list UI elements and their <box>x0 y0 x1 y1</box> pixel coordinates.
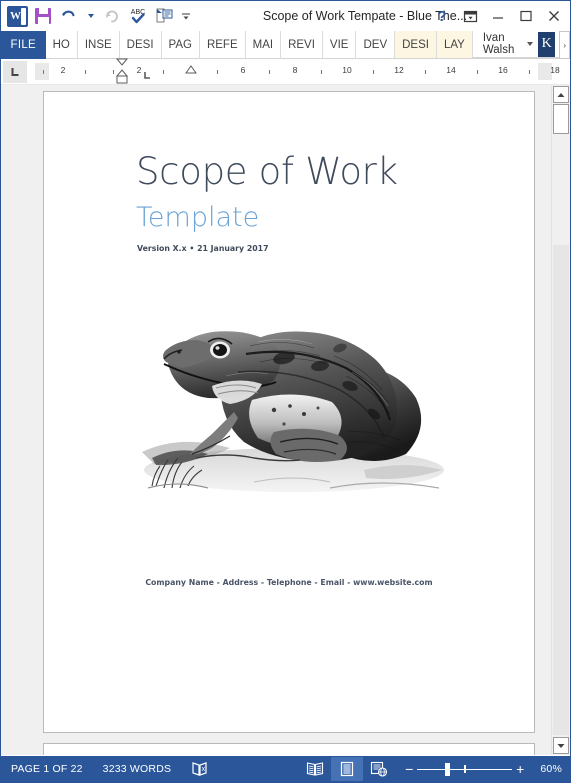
ruler-tick-14: 14 <box>446 65 456 75</box>
tab-file[interactable]: FILE <box>1 31 46 59</box>
print-preview-icon[interactable] <box>151 3 177 29</box>
user-name: Ivan Walsh <box>482 32 515 56</box>
document-canvas[interactable]: Scope of Work Template Version X.x • 21 … <box>1 85 570 755</box>
ribbon-tab-bar: FILE HO INSE DESI PAG REFE MAI REVI VIE … <box>1 31 570 59</box>
title-bar: ABC Scope <box>1 1 570 31</box>
tab-insert[interactable]: INSE <box>78 31 120 58</box>
proofing-errors-icon[interactable]: x <box>181 756 219 782</box>
undo-icon[interactable] <box>56 3 82 29</box>
zoom-out-button[interactable]: − <box>401 761 417 777</box>
help-icon[interactable]: ? <box>428 2 456 30</box>
tab-mailings[interactable]: MAI <box>246 31 282 58</box>
minimize-icon[interactable] <box>484 2 512 30</box>
ruler-tick-18: 18 <box>550 65 560 75</box>
account-area[interactable]: Ivan Walsh K <box>472 31 560 58</box>
tab-design[interactable]: DESI <box>120 31 162 58</box>
ruler-tick-10: 10 <box>342 65 352 75</box>
zoom-slider[interactable] <box>417 763 513 776</box>
window-controls: ? <box>428 1 568 31</box>
scroll-up-icon[interactable] <box>553 86 569 103</box>
redo-icon[interactable] <box>99 3 125 29</box>
ruler-tick-2a: 2 <box>60 65 66 75</box>
svg-text:x: x <box>202 766 206 773</box>
tab-stop-marker[interactable] <box>143 71 152 80</box>
page-indicator[interactable]: PAGE 1 OF 22 <box>1 756 93 782</box>
zoom-slider-thumb[interactable] <box>445 763 451 776</box>
ruler-tick-6: 6 <box>240 65 246 75</box>
first-line-indent-marker[interactable] <box>115 58 129 84</box>
ruler-row: 2 2 4 6 8 10 12 14 16 18 <box>1 58 570 85</box>
tab-stop-selector[interactable] <box>3 60 27 83</box>
tab-review[interactable]: REVI <box>281 31 323 58</box>
vertical-scrollbar[interactable] <box>551 85 569 755</box>
page-footer-text: Company Name - Address - Telephone - Ema… <box>145 578 433 587</box>
ruler-tick-2b: 2 <box>136 65 142 75</box>
ruler-tick-8: 8 <box>292 65 298 75</box>
word-logo-icon[interactable] <box>4 3 30 29</box>
word-application-window: ABC Scope <box>0 0 571 783</box>
status-bar: PAGE 1 OF 22 3233 WORDS x − + 60% <box>1 756 570 782</box>
page-title: Scope of Work <box>136 150 398 193</box>
word-count[interactable]: 3233 WORDS <box>93 756 182 782</box>
tab-table-layout[interactable]: LAY <box>436 31 473 58</box>
undo-dropdown-icon[interactable] <box>82 3 99 29</box>
ribbon-display-options-icon[interactable] <box>456 2 484 30</box>
tab-references[interactable]: REFE <box>200 31 246 58</box>
save-icon[interactable] <box>30 3 56 29</box>
ribbon-tabs: HO INSE DESI PAG REFE MAI REVI VIE DEV D… <box>45 31 560 59</box>
frog-engraving-image[interactable] <box>134 302 449 502</box>
close-icon[interactable] <box>540 2 568 30</box>
tab-view[interactable]: VIE <box>323 31 357 58</box>
scrollbar-track[interactable] <box>553 245 569 735</box>
maximize-icon[interactable] <box>512 2 540 30</box>
avatar[interactable]: K <box>538 31 556 57</box>
tab-home[interactable]: HO <box>46 31 78 58</box>
tab-page-layout[interactable]: PAG <box>162 31 200 58</box>
customize-qat-icon[interactable] <box>177 3 194 29</box>
horizontal-ruler[interactable]: 2 2 4 6 8 10 12 14 16 18 <box>35 58 560 84</box>
zoom-level[interactable]: 60% <box>534 763 570 775</box>
web-layout-view-button[interactable] <box>363 757 395 781</box>
spelling-grammar-icon[interactable]: ABC <box>125 3 151 29</box>
scroll-down-icon[interactable] <box>553 737 569 754</box>
zoom-control[interactable]: − + <box>395 761 534 777</box>
read-mode-view-button[interactable] <box>299 757 331 781</box>
account-chevron-down-icon[interactable] <box>527 42 534 46</box>
tab-developer[interactable]: DEV <box>356 31 396 58</box>
right-indent-marker[interactable] <box>185 65 197 79</box>
document-page-2[interactable] <box>43 743 535 755</box>
expand-ribbon-button[interactable]: › <box>559 31 570 59</box>
print-layout-view-button[interactable] <box>331 757 364 781</box>
page-subtitle: Template <box>136 202 260 233</box>
quick-access-toolbar: ABC <box>1 1 194 31</box>
version-line: Version X.x • 21 January 2017 <box>137 244 269 253</box>
tab-table-design[interactable]: DESI <box>395 31 437 58</box>
ruler-tick-16: 16 <box>498 65 508 75</box>
scrollbar-thumb[interactable] <box>553 104 569 134</box>
zoom-in-button[interactable]: + <box>512 761 528 777</box>
zoom-slider-midpoint <box>464 765 466 773</box>
ruler-tick-12: 12 <box>394 65 404 75</box>
document-page-1[interactable]: Scope of Work Template Version X.x • 21 … <box>43 91 535 733</box>
